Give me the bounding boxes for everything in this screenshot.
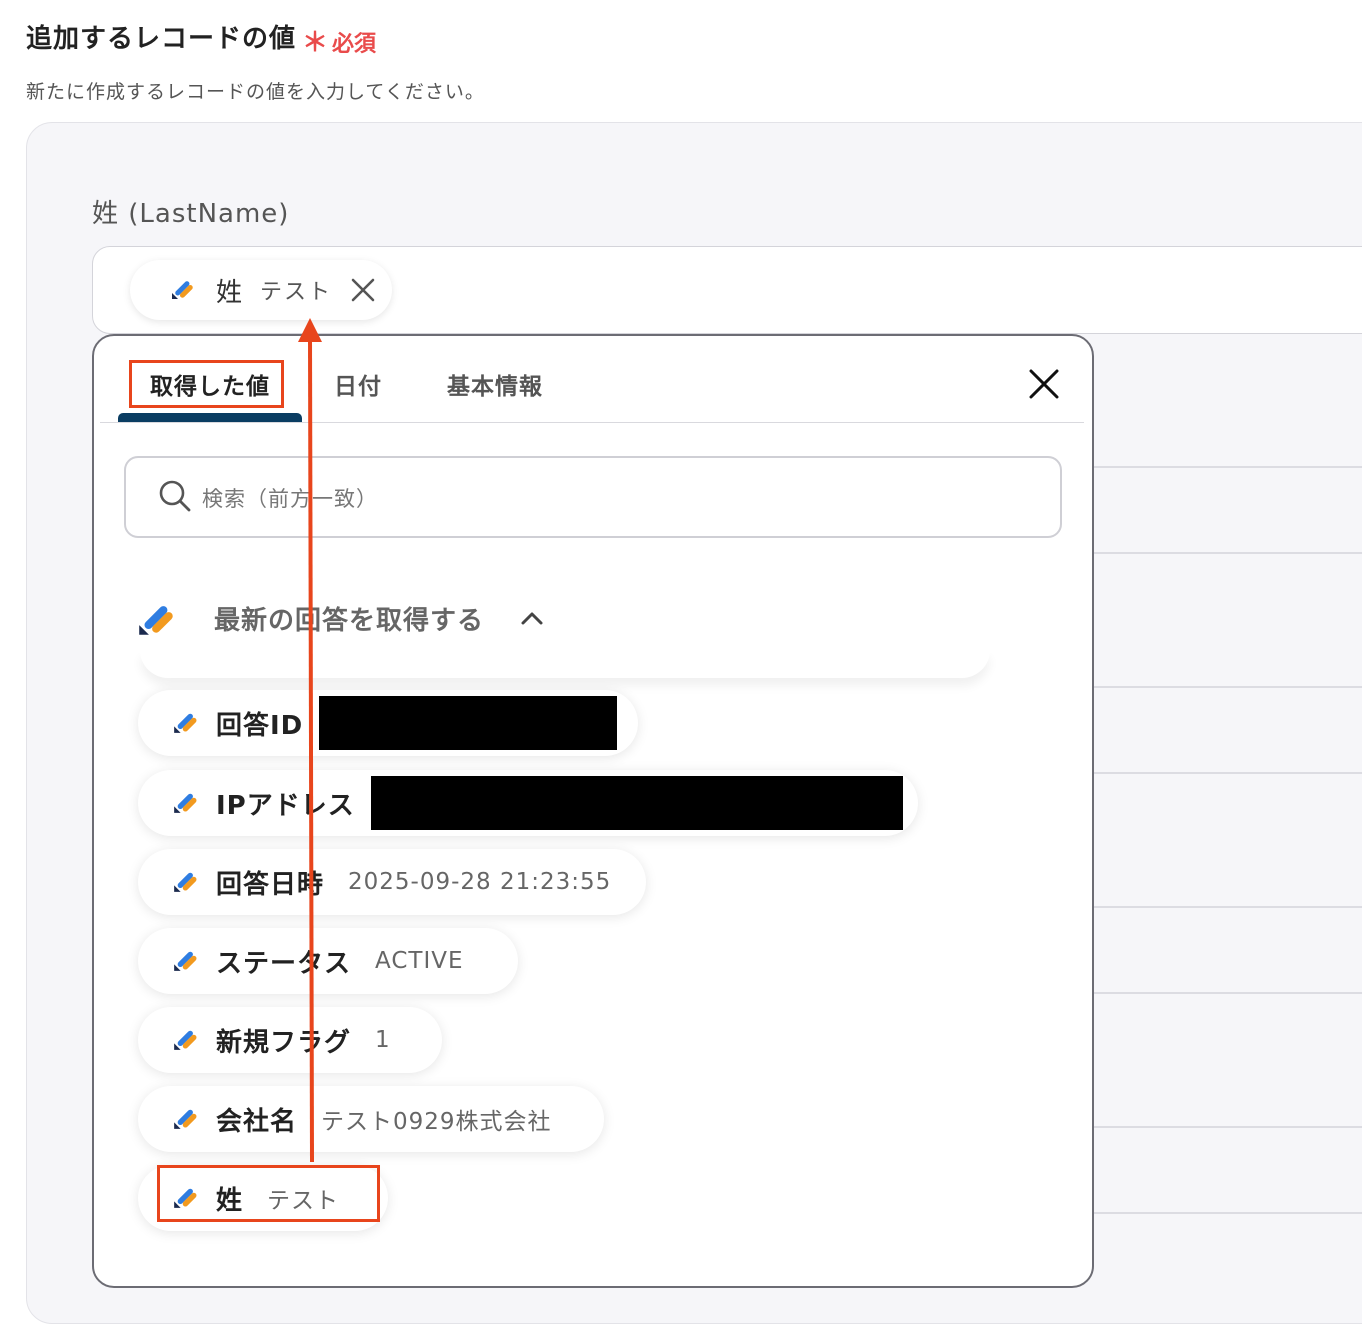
annotation-arrow: [298, 318, 322, 1163]
